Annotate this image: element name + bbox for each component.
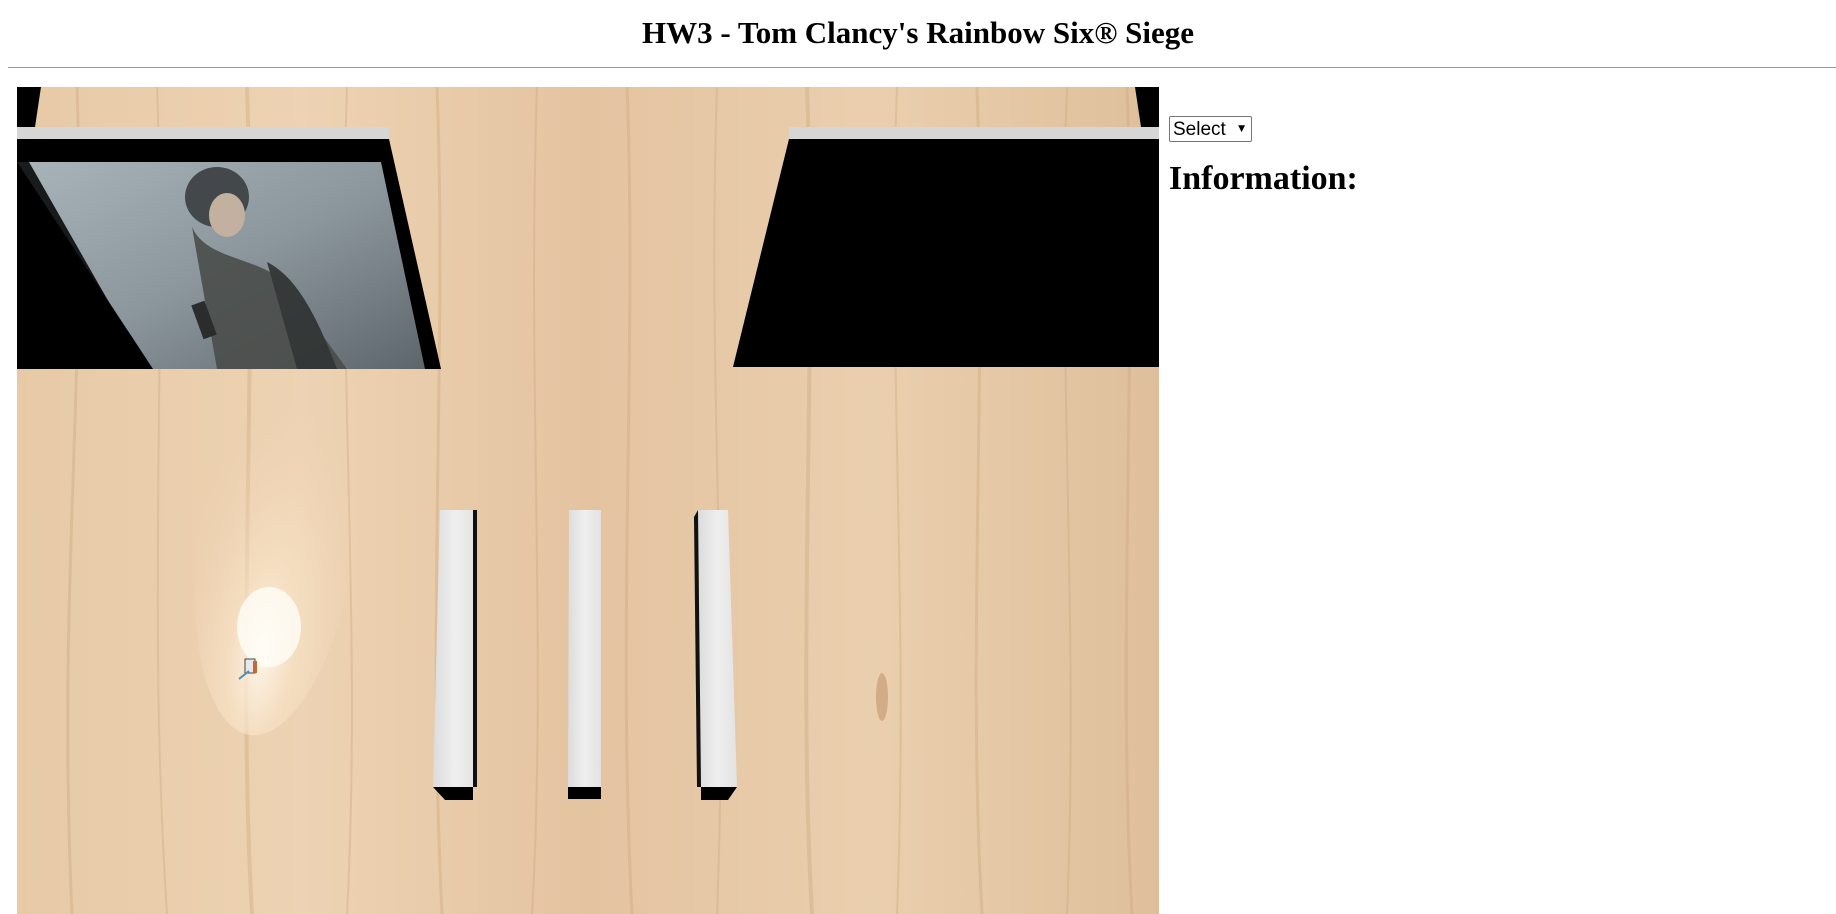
page-title: HW3 - Tom Clancy's Rainbow Six® Siege xyxy=(642,15,1194,50)
right-wall xyxy=(733,127,1159,367)
operator-select-wrapper: Select ▼ xyxy=(1169,116,1252,142)
pillar-1 xyxy=(433,510,477,800)
pillar-2 xyxy=(568,510,601,799)
left-wall xyxy=(17,127,441,369)
title-divider xyxy=(8,67,1836,68)
3d-scene-canvas[interactable] xyxy=(17,87,1159,914)
controls-panel: Select ▼ xyxy=(1169,116,1252,142)
scene-render xyxy=(17,87,1159,914)
operator-select[interactable]: Select xyxy=(1169,116,1252,142)
information-heading: Information: xyxy=(1169,160,1358,197)
